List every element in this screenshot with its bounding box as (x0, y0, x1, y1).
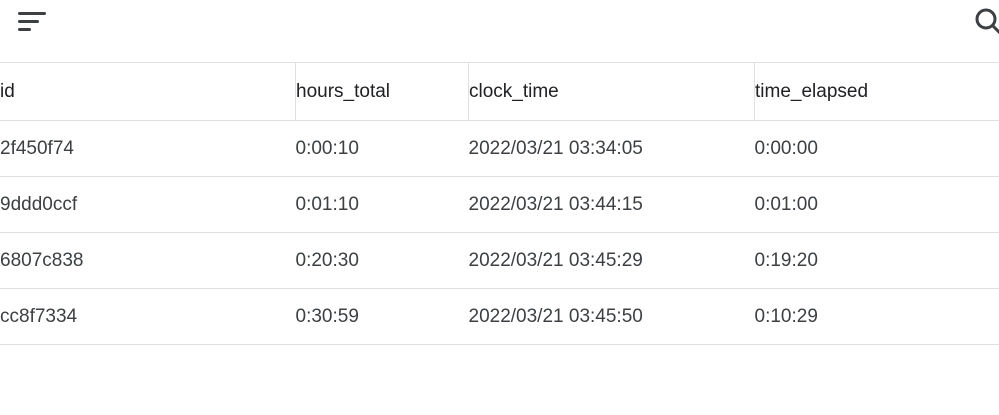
cell-id: 9ddd0ccf (0, 176, 296, 233)
cell-id: cc8f7334 (0, 288, 296, 345)
table-header: id hours_total clock_time time_elapsed (0, 62, 999, 121)
table-row[interactable]: 6807c838 0:20:30 2022/03/21 03:45:29 0:1… (0, 232, 999, 289)
column-header-clock-time[interactable]: clock_time (468, 62, 755, 121)
cell-time-elapsed: 0:19:20 (754, 232, 999, 289)
cell-time-elapsed: 0:00:00 (754, 120, 999, 177)
cell-clock-time: 2022/03/21 03:44:15 (468, 176, 755, 233)
column-header-label: clock_time (469, 80, 559, 102)
header-row: id hours_total clock_time time_elapsed (0, 62, 999, 121)
cell-id: 6807c838 (0, 232, 296, 289)
page: id hours_total clock_time time_elapsed 2… (0, 0, 999, 415)
toolbar (0, 0, 999, 62)
cell-time-elapsed: 0:10:29 (754, 288, 999, 345)
column-header-time-elapsed[interactable]: time_elapsed (754, 62, 999, 121)
column-header-id[interactable]: id (0, 62, 296, 121)
table-row[interactable]: 9ddd0ccf 0:01:10 2022/03/21 03:44:15 0:0… (0, 176, 999, 233)
cell-id: 2f450f74 (0, 120, 296, 177)
search-icon[interactable] (973, 7, 999, 35)
cell-clock-time: 2022/03/21 03:45:29 (468, 232, 755, 289)
cell-hours-total: 0:20:30 (295, 232, 469, 289)
cell-time-elapsed: 0:01:00 (754, 176, 999, 233)
cell-clock-time: 2022/03/21 03:45:50 (468, 288, 755, 345)
column-header-label: hours_total (296, 80, 391, 102)
cell-hours-total: 0:01:10 (295, 176, 469, 233)
column-header-hours-total[interactable]: hours_total (295, 62, 469, 121)
column-header-label: id (0, 80, 15, 102)
filter-list-icon[interactable] (18, 10, 48, 34)
table-row[interactable]: cc8f7334 0:30:59 2022/03/21 03:45:50 0:1… (0, 288, 999, 345)
cell-hours-total: 0:00:10 (295, 120, 469, 177)
table-row[interactable]: 2f450f74 0:00:10 2022/03/21 03:34:05 0:0… (0, 120, 999, 177)
data-table: id hours_total clock_time time_elapsed 2… (0, 62, 999, 345)
cell-hours-total: 0:30:59 (295, 288, 469, 345)
cell-clock-time: 2022/03/21 03:34:05 (468, 120, 755, 177)
table-body: 2f450f74 0:00:10 2022/03/21 03:34:05 0:0… (0, 120, 999, 345)
column-header-label: time_elapsed (755, 80, 869, 102)
